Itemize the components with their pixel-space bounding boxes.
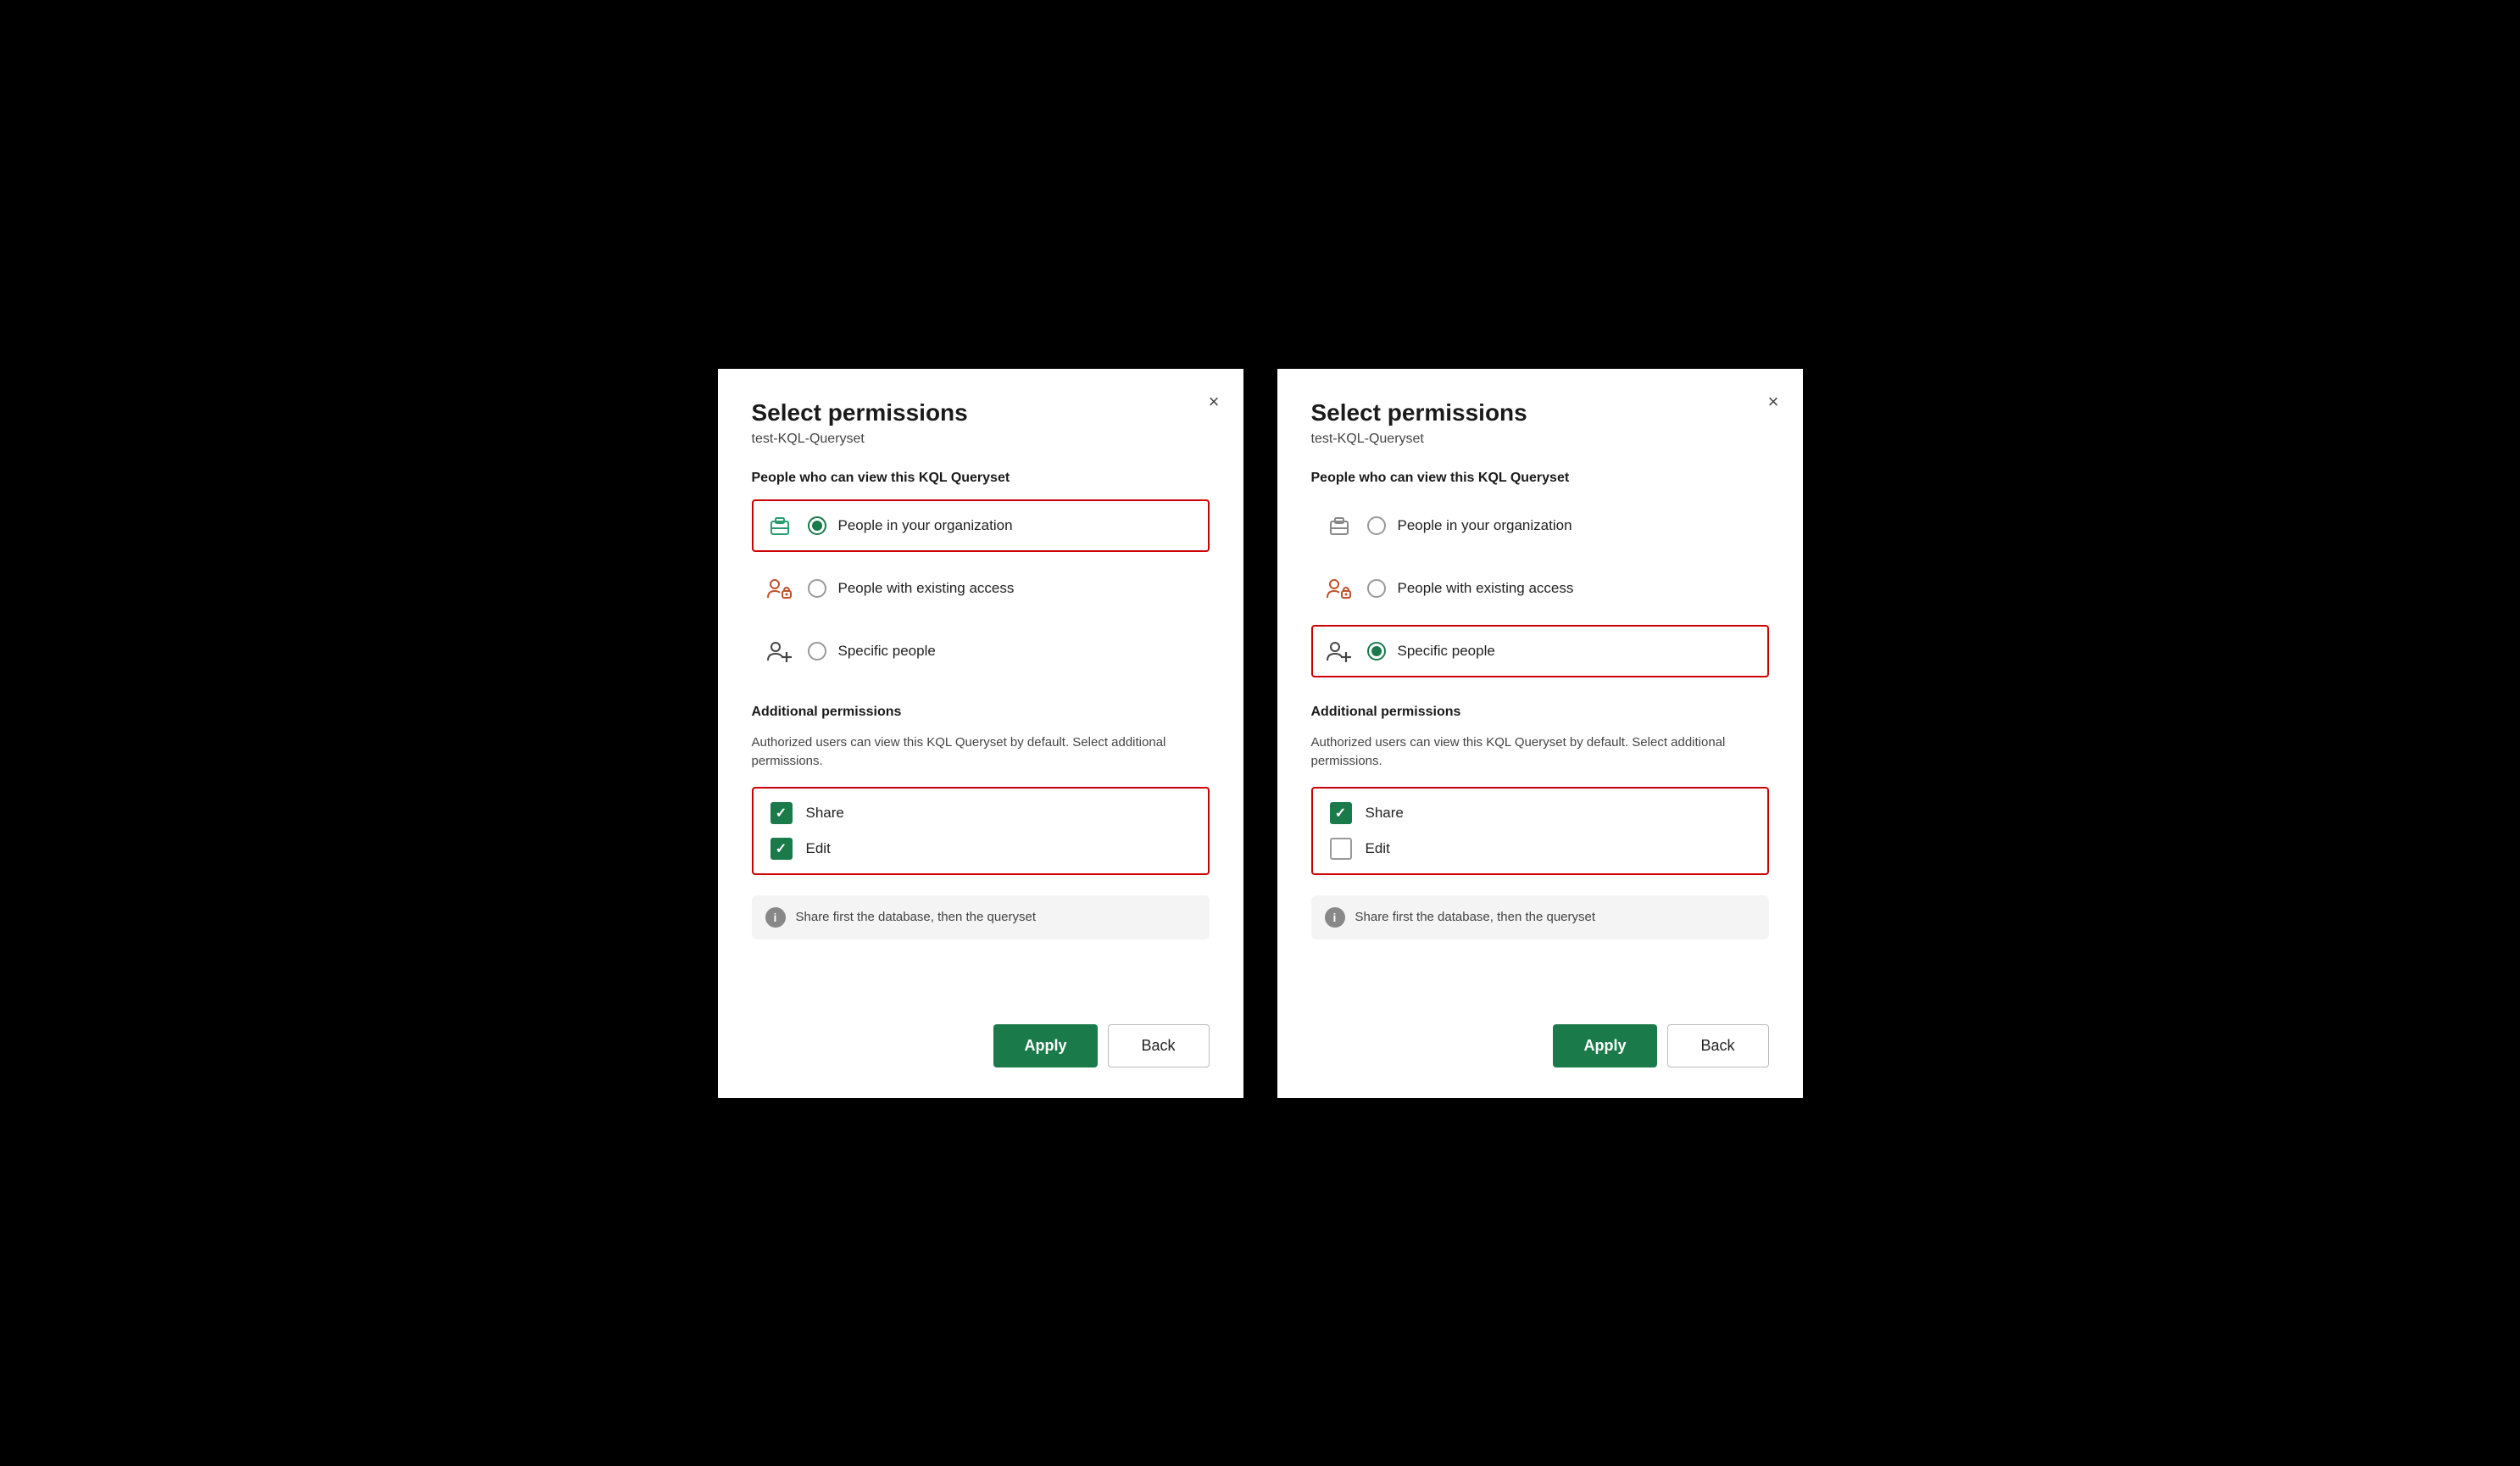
left-additional-label: Additional permissions xyxy=(752,705,1210,720)
left-radio-org-label: People in your organization xyxy=(838,517,1013,534)
left-panel-title: Select permissions xyxy=(752,399,1210,426)
left-checkbox-group: Share Edit xyxy=(752,787,1210,875)
right-checkbox-edit[interactable]: Edit xyxy=(1330,838,1750,860)
left-btn-row: Apply Back xyxy=(752,1024,1210,1067)
left-radio-org-circle xyxy=(808,516,826,535)
right-radio-specific-circle xyxy=(1367,642,1386,661)
right-apply-button[interactable]: Apply xyxy=(1553,1024,1656,1067)
left-radio-specific-circle xyxy=(808,642,826,661)
right-info-icon: i xyxy=(1325,907,1345,928)
left-share-label: Share xyxy=(806,805,844,822)
left-checkbox-edit[interactable]: Edit xyxy=(770,838,1191,860)
left-edit-checkbox[interactable] xyxy=(770,838,793,860)
panel-divider xyxy=(1243,369,1277,1098)
right-panel: Select permissions test-KQL-Queryset × P… xyxy=(1277,369,1803,1098)
right-radio-group: People in your organization People with … xyxy=(1311,499,1769,677)
right-share-checkbox[interactable] xyxy=(1330,802,1352,824)
right-share-label: Share xyxy=(1366,805,1404,822)
left-radio-group: People in your organization People with … xyxy=(752,499,1210,677)
left-info-bar: i Share first the database, then the que… xyxy=(752,895,1210,939)
right-edit-label: Edit xyxy=(1366,840,1390,857)
left-radio-existing[interactable]: People with existing access xyxy=(752,562,1210,615)
right-additional-desc: Authorized users can view this KQL Query… xyxy=(1311,733,1769,772)
right-edit-checkbox[interactable] xyxy=(1330,838,1352,860)
left-panel-subtitle: test-KQL-Queryset xyxy=(752,432,1210,447)
left-radio-existing-circle xyxy=(808,579,826,598)
right-close-button[interactable]: × xyxy=(1768,393,1779,411)
left-radio-specific[interactable]: Specific people xyxy=(752,625,1210,677)
left-info-icon: i xyxy=(765,907,786,928)
left-radio-existing-label: People with existing access xyxy=(838,580,1015,597)
panels-wrapper: Select permissions test-KQL-Queryset × P… xyxy=(718,369,1803,1098)
left-checkbox-share[interactable]: Share xyxy=(770,802,1191,824)
left-share-checkbox[interactable] xyxy=(770,802,793,824)
left-additional-desc: Authorized users can view this KQL Query… xyxy=(752,733,1210,772)
right-additional-label: Additional permissions xyxy=(1311,705,1769,720)
briefcase-icon xyxy=(764,510,796,542)
right-people-lock-icon xyxy=(1323,572,1355,605)
people-add-icon xyxy=(764,635,796,667)
right-info-bar: i Share first the database, then the que… xyxy=(1311,895,1769,939)
right-radio-specific-label: Specific people xyxy=(1398,643,1495,660)
right-panel-subtitle: test-KQL-Queryset xyxy=(1311,432,1769,447)
right-radio-org-label: People in your organization xyxy=(1398,517,1572,534)
right-radio-existing[interactable]: People with existing access xyxy=(1311,562,1769,615)
right-people-add-icon xyxy=(1323,635,1355,667)
right-btn-row: Apply Back xyxy=(1311,1024,1769,1067)
left-close-button[interactable]: × xyxy=(1209,393,1220,411)
right-panel-title: Select permissions xyxy=(1311,399,1769,426)
right-checkbox-group: Share Edit xyxy=(1311,787,1769,875)
people-lock-icon xyxy=(764,572,796,605)
right-radio-existing-circle xyxy=(1367,579,1386,598)
right-radio-existing-label: People with existing access xyxy=(1398,580,1574,597)
left-radio-specific-label: Specific people xyxy=(838,643,936,660)
right-checkbox-share[interactable]: Share xyxy=(1330,802,1750,824)
left-view-section-label: People who can view this KQL Queryset xyxy=(752,471,1210,486)
right-radio-org[interactable]: People in your organization xyxy=(1311,499,1769,552)
left-panel: Select permissions test-KQL-Queryset × P… xyxy=(718,369,1243,1098)
left-info-text: Share first the database, then the query… xyxy=(796,910,1037,924)
left-edit-label: Edit xyxy=(806,840,831,857)
left-apply-button[interactable]: Apply xyxy=(993,1024,1097,1067)
right-briefcase-icon xyxy=(1323,510,1355,542)
right-info-text: Share first the database, then the query… xyxy=(1355,910,1596,924)
right-radio-specific[interactable]: Specific people xyxy=(1311,625,1769,677)
left-back-button[interactable]: Back xyxy=(1108,1024,1210,1067)
right-back-button[interactable]: Back xyxy=(1667,1024,1769,1067)
left-radio-org[interactable]: People in your organization xyxy=(752,499,1210,552)
right-view-section-label: People who can view this KQL Queryset xyxy=(1311,471,1769,486)
right-radio-org-circle xyxy=(1367,516,1386,535)
